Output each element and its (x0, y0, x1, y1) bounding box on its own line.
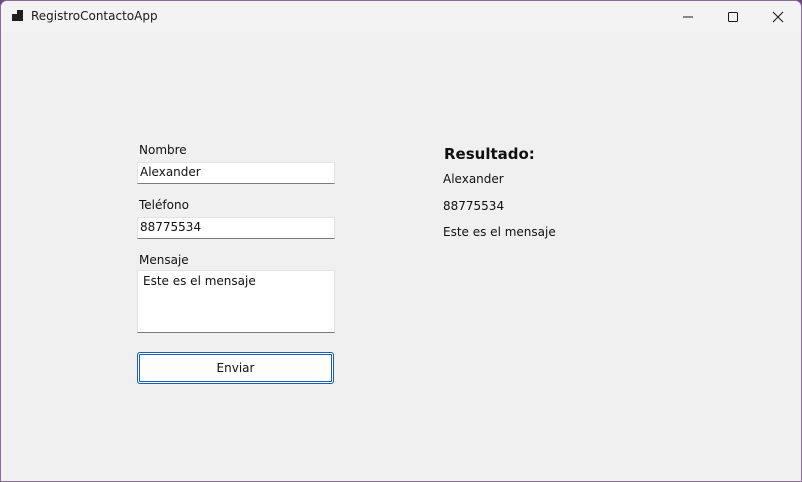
phone-input[interactable]: 88775534 (137, 217, 335, 239)
close-button[interactable] (755, 1, 801, 32)
result-name: Alexander (443, 172, 504, 186)
maximize-button[interactable] (710, 1, 756, 32)
close-icon (772, 11, 784, 22)
title-bar[interactable]: RegistroContactoApp (1, 1, 801, 32)
name-input[interactable]: Alexander (137, 162, 335, 184)
name-label: Nombre (139, 143, 187, 157)
result-heading: Resultado: (444, 145, 535, 163)
message-label: Mensaje (139, 253, 189, 267)
minimize-icon (683, 16, 693, 17)
app-window: RegistroContactoApp Nombre Alexander Tel… (0, 0, 802, 482)
app-window-icon (12, 10, 24, 22)
minimize-button[interactable] (665, 1, 711, 32)
message-textarea[interactable]: Este es el mensaje (137, 270, 335, 333)
maximize-icon (728, 11, 738, 22)
window-title: RegistroContactoApp (31, 9, 158, 23)
send-button[interactable]: Enviar (137, 352, 334, 384)
result-message: Este es el mensaje (443, 225, 556, 239)
phone-label: Teléfono (139, 198, 189, 212)
result-phone: 88775534 (443, 199, 505, 213)
